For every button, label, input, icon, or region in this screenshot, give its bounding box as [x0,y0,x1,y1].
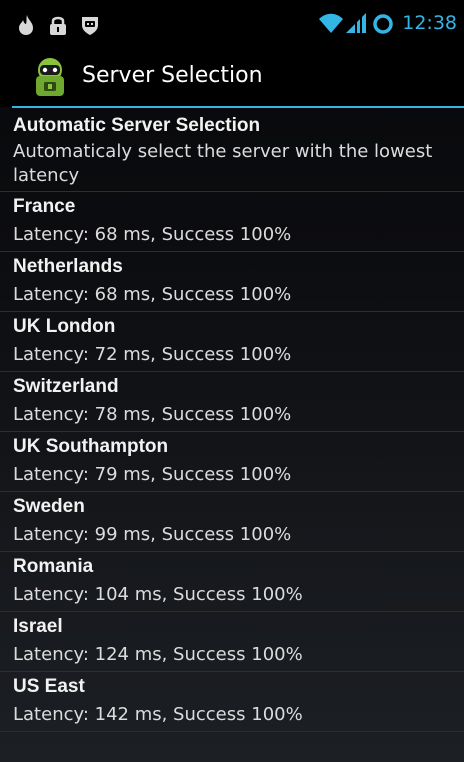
wifi-icon [318,12,344,34]
status-time: 12:38 [402,12,457,34]
list-item-server[interactable]: Israel Latency: 124 ms, Success 100% [0,612,464,672]
action-bar: Server Selection [0,48,464,107]
list-item-summary: Automaticaly select the server with the … [13,141,433,186]
list-item-summary: Latency: 104 ms, Success 100% [13,584,303,605]
list-item-summary: Latency: 68 ms, Success 100% [13,284,292,305]
list-item-server[interactable]: UK Southampton Latency: 79 ms, Success 1… [0,432,464,492]
list-item-title: Israel [13,616,63,637]
list-item-title: Sweden [13,496,85,517]
list-item-title: Romania [13,556,94,577]
list-item-title: Switzerland [13,376,119,397]
list-item-title: Netherlands [13,256,123,277]
android-vpn-icon[interactable] [30,56,70,100]
status-bar: 12:38 [0,0,464,48]
list-item-summary: Latency: 79 ms, Success 100% [13,464,292,485]
list-item-server[interactable]: US East Latency: 142 ms, Success 100% [0,672,464,732]
list-item-server[interactable]: UK London Latency: 72 ms, Success 100% [0,312,464,372]
list-item-summary: Latency: 72 ms, Success 100% [13,344,292,365]
action-bar-divider [12,106,464,108]
list-item-title: UK London [13,316,116,337]
list-item-summary: Latency: 99 ms, Success 100% [13,524,292,545]
shield-icon [80,14,100,36]
list-item-summary: Latency: 142 ms, Success 100% [13,704,303,725]
list-item-server[interactable]: France Latency: 68 ms, Success 100% [0,192,464,252]
circle-icon [372,12,394,34]
list-item-server[interactable]: Netherlands Latency: 68 ms, Success 100% [0,252,464,312]
lock-icon [48,14,68,36]
list-item-summary: Latency: 124 ms, Success 100% [13,644,303,665]
list-item-title: UK Southampton [13,436,169,457]
phone-screen: 12:38 Server Selection Automatic Server … [0,0,464,762]
list-item-server[interactable]: Switzerland Latency: 78 ms, Success 100% [0,372,464,432]
server-list: Automatic Server Selection Automaticaly … [0,112,464,732]
flame-icon [16,14,36,36]
list-item-title: US East [13,676,85,697]
list-item-summary: Latency: 78 ms, Success 100% [13,404,292,425]
list-item-server[interactable]: Romania Latency: 104 ms, Success 100% [0,552,464,612]
signal-icon [345,12,367,34]
list-item-automatic[interactable]: Automatic Server Selection Automaticaly … [0,112,464,192]
list-item-server[interactable]: Sweden Latency: 99 ms, Success 100% [0,492,464,552]
list-item-title: France [13,196,76,217]
page-title: Server Selection [82,63,263,88]
list-item-title: Automatic Server Selection [13,115,261,136]
list-item-summary: Latency: 68 ms, Success 100% [13,224,292,245]
